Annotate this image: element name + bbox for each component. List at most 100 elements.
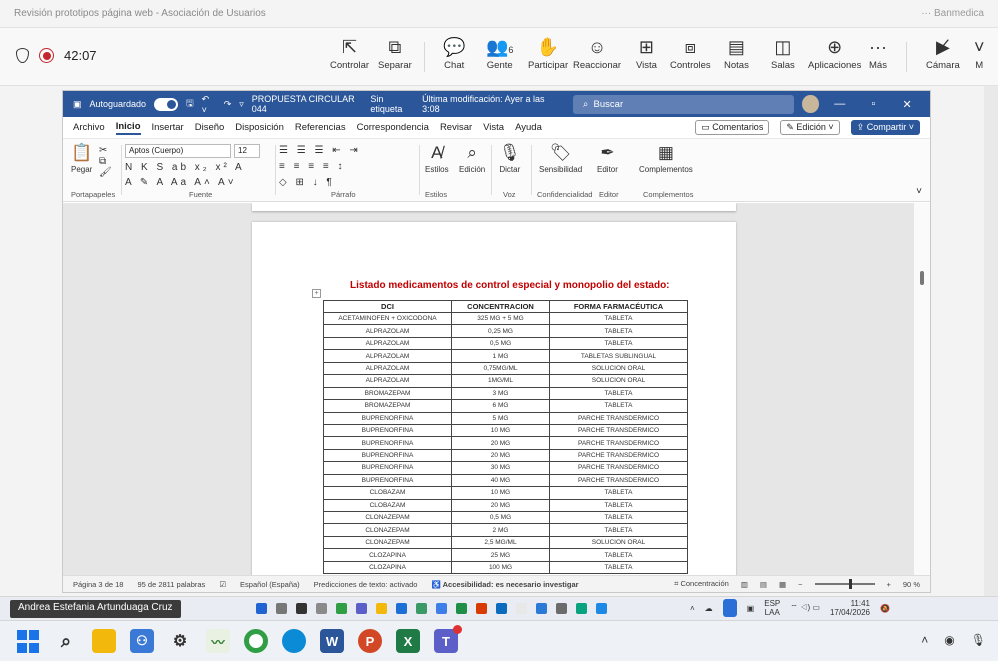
tab-inicio[interactable]: Inicio — [115, 121, 141, 135]
react-button[interactable]: ☺ Reaccionar — [573, 34, 621, 71]
sensitivity-label[interactable]: Sin etiqueta — [370, 94, 414, 114]
table-cell[interactable]: ACETAMINOFEN + OXICODONA — [323, 311, 452, 326]
zoom-slider[interactable] — [814, 579, 875, 589]
table-cell[interactable]: SOLUCION ORAL — [549, 374, 688, 388]
read-mode-icon[interactable]: ▥ — [741, 580, 748, 589]
tab-disposicion[interactable]: Disposición — [235, 122, 284, 133]
table-cell[interactable]: TABLETA — [549, 324, 688, 338]
complements-button[interactable]: ▦ Complementos — [639, 143, 693, 174]
dictate-button[interactable]: 🎙 Dictar — [499, 143, 521, 174]
table-cell[interactable]: 1 MG — [451, 349, 550, 363]
font-color-icons[interactable]: A ✎ A Aa A˄ A˅ — [125, 177, 237, 188]
editor-button[interactable]: ✒ Editor — [597, 143, 618, 174]
split-button[interactable]: ⧉ Separar — [378, 34, 412, 71]
medications-table[interactable]: DCI CONCENTRACION FORMA FARMACÉUTICA ACE… — [323, 300, 688, 575]
table-cell[interactable]: TABLETA — [549, 336, 688, 351]
focus-mode[interactable]: ⌗ Concentración — [674, 579, 729, 589]
table-cell[interactable]: ALPRAZOLAM — [323, 361, 452, 376]
table-row[interactable]: CLONAZEPAM 0,5 MG TABLETA — [323, 510, 688, 525]
redo-icon[interactable]: ↷ — [224, 99, 232, 110]
table-cell[interactable]: 20 MG — [451, 448, 550, 463]
table-cell[interactable]: ALPRAZOLAM — [323, 349, 452, 363]
camera-button[interactable]: ▶̸ Cámara — [926, 34, 960, 71]
editing-button[interactable]: ⌕ Edición — [459, 143, 485, 174]
table-cell[interactable]: TABLETA — [549, 486, 688, 500]
table-row[interactable]: CLOZAPINA 25 MG TABLETA — [323, 548, 688, 562]
table-cell[interactable]: 20 MG — [451, 498, 550, 513]
table-cell[interactable]: 2 MG — [451, 523, 550, 537]
excel-icon[interactable]: X — [396, 629, 420, 653]
text-predictions[interactable]: Predicciones de texto: activado — [314, 580, 418, 589]
avatar[interactable] — [802, 95, 819, 113]
tab-correspondencia[interactable]: Correspondencia — [357, 122, 429, 133]
settings-icon[interactable]: ⚙ — [168, 629, 192, 653]
table-row[interactable]: CLOZAPINA 100 MG TABLETA — [323, 560, 688, 575]
table-cell[interactable]: BUPRENORFINA — [323, 461, 452, 475]
close-icon[interactable]: ✕ — [894, 98, 920, 111]
tab-vista[interactable]: Vista — [483, 122, 504, 133]
table-cell[interactable]: BROMAZEPAM — [323, 386, 452, 401]
table-cell[interactable]: TABLETA — [549, 399, 688, 413]
table-cell[interactable]: 40 MG — [451, 473, 550, 488]
cut-copy-icons[interactable]: ✂ ⧉ 🖌 — [99, 145, 115, 178]
table-cell[interactable]: ALPRAZOLAM — [323, 336, 452, 351]
table-row[interactable]: BUPRENORFINA 40 MG PARCHE TRANSDERMICO — [323, 473, 688, 488]
scrollbar-thumb[interactable] — [920, 271, 924, 285]
table-move-handle[interactable]: + — [312, 289, 321, 298]
table-cell[interactable]: 5 MG — [451, 411, 550, 425]
font-format-icons[interactable]: N K S ab x₂ x² A — [125, 162, 245, 173]
table-cell[interactable]: PARCHE TRANSDERMICO — [549, 473, 688, 488]
table-cell[interactable]: BROMAZEPAM — [323, 399, 452, 413]
document-canvas[interactable]: Listado medicamentos de control especial… — [63, 203, 916, 577]
table-cell[interactable]: 1MG/ML — [451, 374, 550, 388]
table-cell[interactable]: 0,75MG/ML — [451, 361, 550, 376]
tab-ayuda[interactable]: Ayuda — [515, 122, 542, 133]
table-cell[interactable]: 0,5 MG — [451, 336, 550, 351]
minimize-icon[interactable]: — — [827, 98, 853, 110]
table-row[interactable]: BUPRENORFINA 5 MG PARCHE TRANSDERMICO — [323, 411, 688, 425]
align-icons[interactable]: ≡ ≡ ≡ ≡ ↕ — [279, 161, 345, 172]
word-count[interactable]: 95 de 2811 palabras — [137, 580, 205, 589]
table-row[interactable]: CLOBAZAM 20 MG TABLETA — [323, 498, 688, 513]
restore-icon[interactable]: ▫ — [861, 98, 887, 110]
apps-button[interactable]: ⊕ Aplicaciones — [808, 34, 861, 71]
table-cell[interactable]: SOLUCION ORAL — [549, 535, 688, 550]
table-row[interactable]: BROMAZEPAM 3 MG TABLETA — [323, 386, 688, 401]
app-icon[interactable]: 〰 — [206, 629, 230, 653]
table-row[interactable]: CLONAZEPAM 2 MG TABLETA — [323, 523, 688, 537]
edge-icon[interactable] — [282, 629, 306, 653]
zoom-in-icon[interactable]: + — [887, 580, 891, 589]
table-row[interactable]: BUPRENORFINA 20 MG PARCHE TRANSDERMICO — [323, 448, 688, 463]
proofing-icon[interactable]: ☑ — [219, 580, 226, 589]
table-row[interactable]: BUPRENORFINA 10 MG PARCHE TRANSDERMICO — [323, 423, 688, 438]
table-cell[interactable]: TABLETA — [549, 560, 688, 575]
paste-button[interactable]: 📋 Pegar — [71, 143, 92, 174]
table-row[interactable]: ACETAMINOFEN + OXICODONA 325 MG + 5 MG TAB… — [323, 311, 688, 326]
font-name-select[interactable]: Aptos (Cuerpo) — [125, 144, 231, 158]
accessibility-status[interactable]: ♿ Accesibilidad: es necesario investigar — [431, 580, 578, 589]
share-button[interactable]: ⇪ Compartir ˅ — [850, 120, 920, 135]
table-cell[interactable]: 2,5 MG/ML — [451, 535, 550, 550]
table-cell[interactable]: BUPRENORFINA — [323, 448, 452, 463]
editing-mode-button[interactable]: ✎ Edición ˅ — [780, 120, 840, 135]
table-cell[interactable]: PARCHE TRANSDERMICO — [549, 448, 688, 463]
language-status[interactable]: Español (España) — [240, 580, 300, 589]
rooms-button[interactable]: ◫ Salas — [771, 34, 795, 71]
comments-button[interactable]: ▭ Comentarios — [695, 120, 770, 135]
table-cell[interactable]: TABLETA — [549, 386, 688, 401]
table-cell[interactable]: 0,5 MG — [451, 510, 550, 525]
font-size-select[interactable]: 12 — [234, 144, 260, 158]
web-layout-icon[interactable]: ▦ — [779, 580, 786, 589]
table-row[interactable]: CLONAZEPAM 2,5 MG/ML SOLUCION ORAL — [323, 535, 688, 550]
table-cell[interactable]: 325 MG + 5 MG — [451, 311, 550, 326]
table-cell[interactable]: 10 MG — [451, 486, 550, 500]
undo-icon[interactable]: ↶ ˅ — [202, 94, 216, 115]
print-layout-icon[interactable]: ▤ — [760, 580, 767, 589]
word-icon[interactable]: W — [320, 629, 344, 653]
styles-button[interactable]: A̸ Estilos — [425, 143, 449, 174]
people-app-icon[interactable]: ⚇ — [130, 629, 154, 653]
teams-icon[interactable]: T — [434, 625, 462, 653]
table-cell[interactable]: PARCHE TRANSDERMICO — [549, 423, 688, 438]
people-button[interactable]: 👥6 Gente — [486, 34, 513, 71]
table-cell[interactable]: SOLUCION ORAL — [549, 361, 688, 376]
